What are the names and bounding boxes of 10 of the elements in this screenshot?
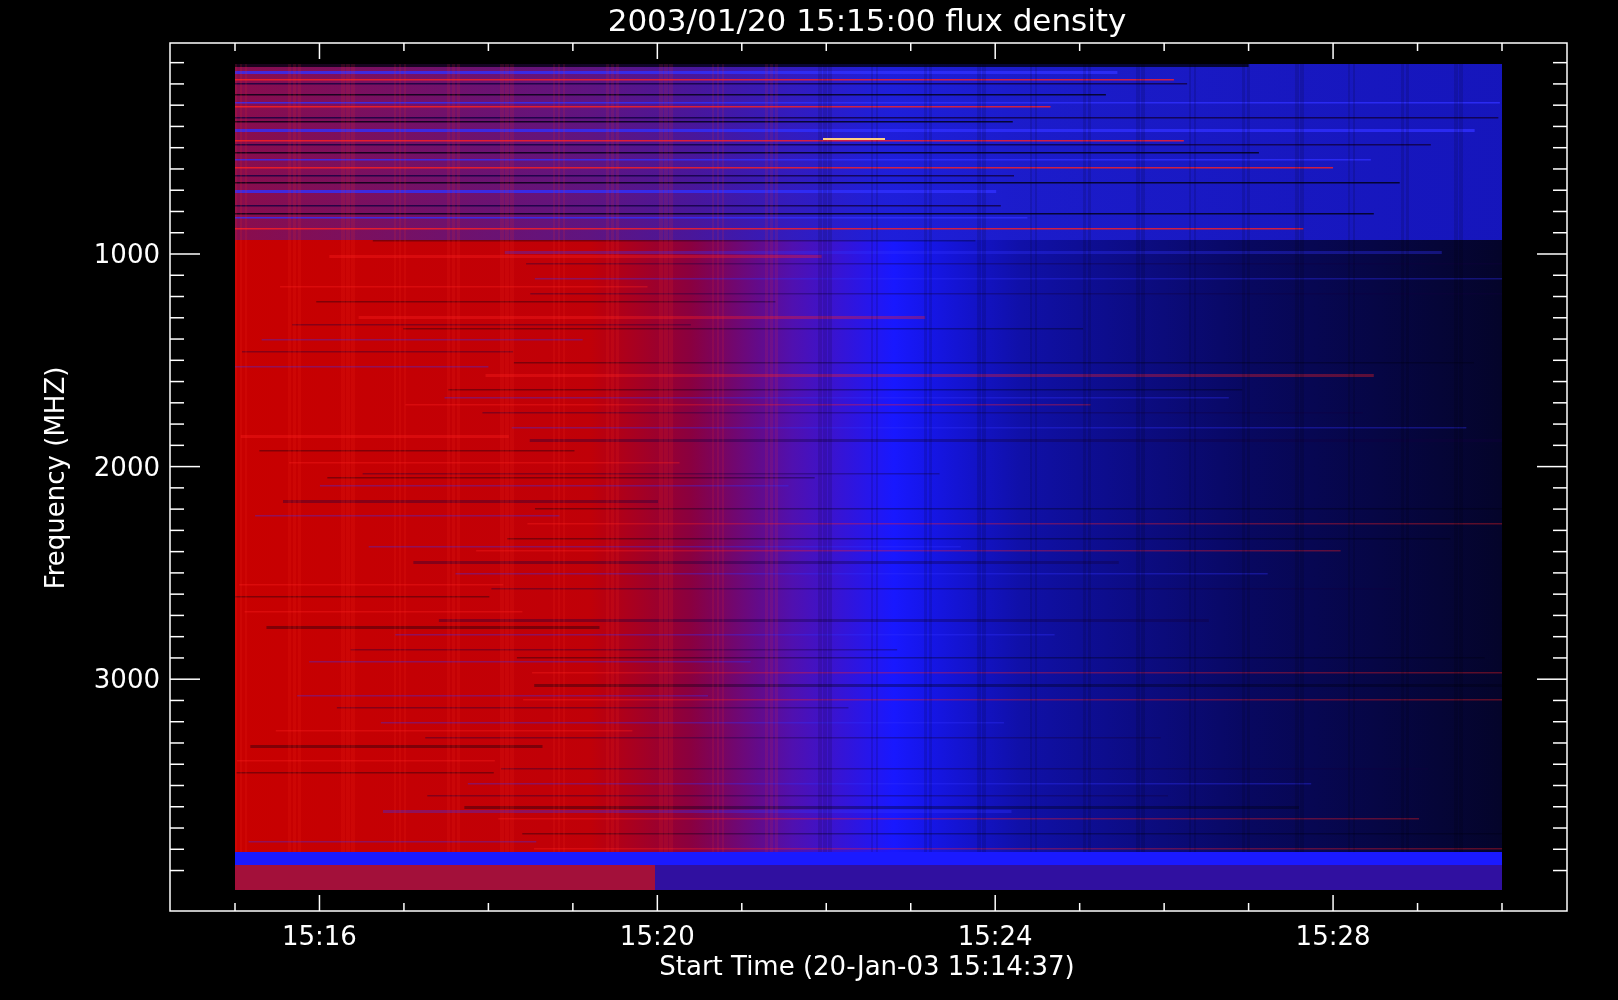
chart-title: 2003/01/20 15:15:00 flux density [607, 2, 1127, 38]
y-axis-label: Frequency (MHZ) [40, 366, 70, 590]
x-tick-label: 15:28 [1295, 921, 1371, 951]
x-tick-label: 15:16 [282, 921, 357, 951]
y-tick-label: 2000 [93, 451, 160, 482]
y-tick-label: 1000 [93, 239, 160, 269]
x-axis-label: Start Time (20-Jan-03 15:14:37) [659, 951, 1075, 981]
x-tick-label: 15:24 [957, 921, 1033, 951]
y-tick-label: 3000 [93, 664, 160, 695]
x-tick-label: 15:20 [619, 921, 695, 951]
